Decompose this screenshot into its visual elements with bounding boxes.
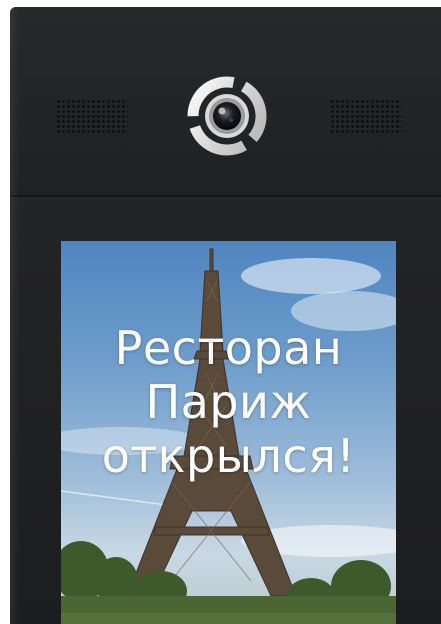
intercom-top-panel (10, 7, 441, 197)
speaker-grille-left-icon (56, 99, 128, 133)
intercom-panel: Ресторан Париж открылся! (10, 7, 441, 624)
camera-icon (187, 76, 267, 156)
promo-line-1: Ресторан (114, 321, 343, 375)
promo-line-2: Париж (145, 375, 312, 429)
display-screen: Ресторан Париж открылся! (61, 241, 396, 624)
speaker-grille-right-icon (330, 99, 402, 133)
promo-line-3: открылся! (101, 429, 356, 483)
